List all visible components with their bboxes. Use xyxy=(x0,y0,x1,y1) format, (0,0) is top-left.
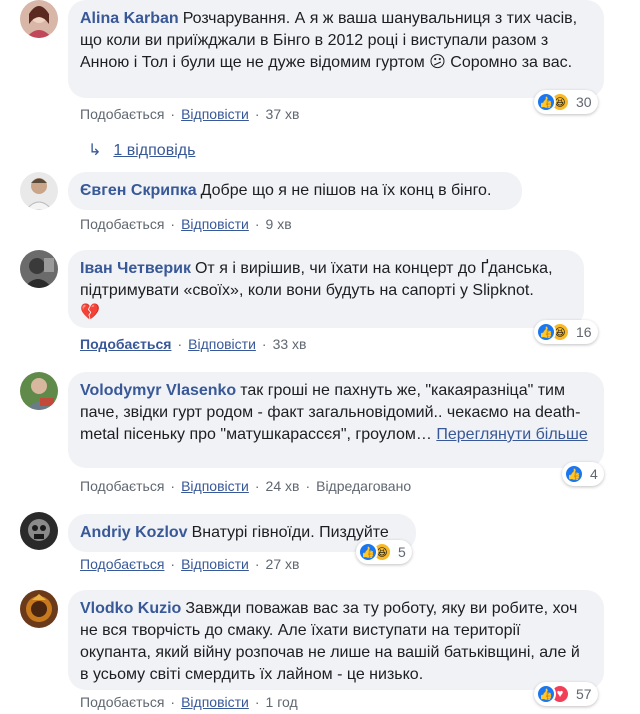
reaction-summary[interactable]: 👍 😆 16 xyxy=(534,320,598,344)
avatar[interactable] xyxy=(20,172,58,210)
comment-time[interactable]: 24 хв xyxy=(266,478,300,494)
like-link[interactable]: Подобається xyxy=(80,336,171,352)
like-link[interactable]: Подобається xyxy=(80,216,164,232)
avatar[interactable] xyxy=(20,512,58,550)
comment-time[interactable]: 27 хв xyxy=(266,556,300,572)
comment-actions: Подобається · Відповісти · 9 хв xyxy=(80,216,292,232)
reply-link[interactable]: Відповісти xyxy=(181,216,249,232)
comment-time[interactable]: 1 год xyxy=(266,694,298,710)
comment-actions: Подобається · Відповісти · 1 год xyxy=(80,694,298,710)
reaction-count: 4 xyxy=(590,466,598,482)
reaction-count: 5 xyxy=(398,544,406,560)
reaction-count: 57 xyxy=(576,686,592,702)
like-reaction-icon: 👍 xyxy=(536,322,556,342)
avatar[interactable] xyxy=(20,590,58,628)
reaction-count: 30 xyxy=(576,94,592,110)
view-replies-link[interactable]: ↳ 1 відповідь xyxy=(88,140,195,160)
reply-link[interactable]: Відповісти xyxy=(188,336,256,352)
like-reaction-icon: 👍 xyxy=(536,92,556,112)
comment-bubble: Іван Четверик От я і вирішив, чи їхати на… xyxy=(68,250,584,328)
comment-author[interactable]: Іван Четверик xyxy=(80,260,191,277)
comment-bubble: Євген Скрипка Добре що я не пішов на їх к… xyxy=(68,172,522,210)
avatar[interactable] xyxy=(20,372,58,410)
comment-bubble: Vlodko Kuzio Завжди поважав вас за ту роб… xyxy=(68,590,604,690)
broken-heart-icon: 💔 xyxy=(80,304,100,321)
reply-link[interactable]: Відповісти xyxy=(181,556,249,572)
comment-author[interactable]: Євген Скрипка xyxy=(80,182,197,199)
avatar[interactable] xyxy=(20,0,58,38)
reply-link[interactable]: Відповісти xyxy=(181,106,249,122)
like-reaction-icon: 👍 xyxy=(358,542,378,562)
like-reaction-icon: 👍 xyxy=(564,464,584,484)
comment-author[interactable]: Vlodko Kuzio xyxy=(80,600,181,617)
reply-link[interactable]: Відповісти xyxy=(181,694,249,710)
comment-actions: Подобається · Відповісти · 33 хв xyxy=(80,336,307,352)
comment-actions: Подобається · Відповісти · 37 хв xyxy=(80,106,300,122)
comment-author[interactable]: Alina Karban xyxy=(80,10,179,27)
view-replies-label[interactable]: 1 відповідь xyxy=(113,142,195,159)
reaction-summary[interactable]: 👍 😆 30 xyxy=(534,90,598,114)
like-link[interactable]: Подобається xyxy=(80,556,164,572)
reaction-summary[interactable]: 👍 ♥ 57 xyxy=(534,682,598,706)
reaction-summary[interactable]: 👍 4 xyxy=(562,462,604,486)
reaction-count: 16 xyxy=(576,324,592,340)
reaction-summary[interactable]: 👍 😆 5 xyxy=(356,540,412,564)
comment-author[interactable]: Andriy Kozlov xyxy=(80,524,188,541)
reply-link[interactable]: Відповісти xyxy=(181,478,249,494)
comment-bubble: Volodymyr Vlasenko так гроші не пахнуть ж… xyxy=(68,372,604,468)
comment-text: Внатурі гівноїди. Пиздуйте xyxy=(191,524,389,541)
like-link[interactable]: Подобається xyxy=(80,106,164,122)
reply-arrow-icon: ↳ xyxy=(88,142,102,159)
comment-author[interactable]: Volodymyr Vlasenko xyxy=(80,382,236,399)
comment-actions: Подобається · Відповісти · 27 хв xyxy=(80,556,300,572)
see-more-link[interactable]: Переглянути більше xyxy=(436,426,587,443)
like-link[interactable]: Подобається xyxy=(80,478,164,494)
comment-text: Добре що я не пішов на їх конц в бінго. xyxy=(200,182,492,199)
like-link[interactable]: Подобається xyxy=(80,694,164,710)
comment-time[interactable]: 33 хв xyxy=(273,336,307,352)
comment-actions: Подобається · Відповісти · 24 хв · Відредагова… xyxy=(80,478,412,494)
comment-time[interactable]: 9 хв xyxy=(266,216,292,232)
avatar[interactable] xyxy=(20,250,58,288)
like-reaction-icon: 👍 xyxy=(536,684,556,704)
edited-label[interactable]: Відредаговано xyxy=(316,478,411,494)
comment-time[interactable]: 37 хв xyxy=(266,106,300,122)
comment-bubble: Alina Karban Розчарування. А я ж ваша шан… xyxy=(68,0,604,98)
